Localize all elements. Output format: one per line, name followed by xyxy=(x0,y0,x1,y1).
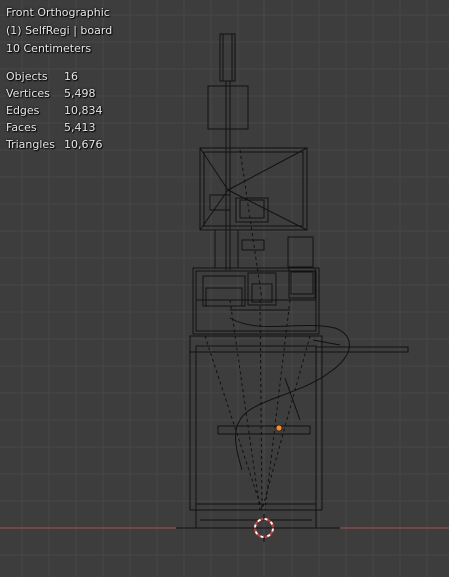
object-origin-icon[interactable] xyxy=(275,424,283,432)
3d-viewport[interactable] xyxy=(0,0,449,577)
